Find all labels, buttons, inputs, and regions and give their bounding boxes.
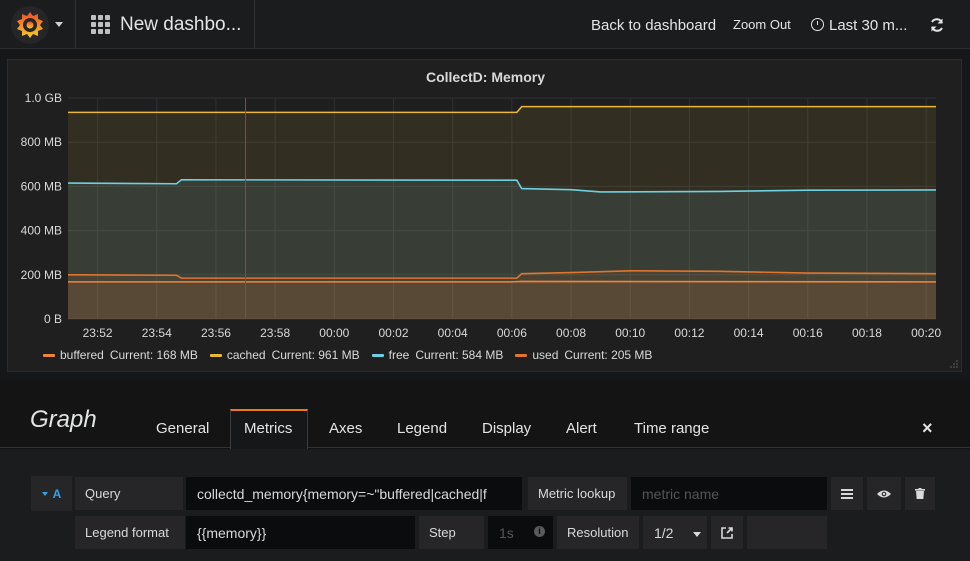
y-tick-label: 1.0 GB: [25, 91, 62, 105]
legend-item-free[interactable]: free Current: 584 MB: [371, 348, 504, 362]
editor-tab-bar: Graph General Metrics Axes Legend Displa…: [0, 380, 970, 449]
share-icon: [721, 526, 733, 539]
time-range-picker[interactable]: Last 30 m...: [829, 17, 907, 34]
x-tick-label: 23:52: [83, 326, 113, 340]
x-tick-label: 00:12: [674, 326, 704, 340]
legend-format-input[interactable]: {{memory}}: [185, 515, 416, 550]
memory-chart[interactable]: 1.0 GB 800 MB 600 MB 400 MB 200 MB 0 B 23:52 23…: [8, 60, 963, 373]
x-tick-label: 00:10: [615, 326, 645, 340]
legend-swatch[interactable]: [515, 353, 528, 357]
delete-query-button[interactable]: [904, 476, 936, 511]
tab-legend[interactable]: Legend: [397, 420, 447, 437]
y-tick-label: 600 MB: [21, 179, 62, 193]
legend-item-used[interactable]: used Current: 205 MB: [515, 348, 652, 362]
eye-icon: [877, 490, 891, 497]
info-icon[interactable]: i: [534, 526, 545, 537]
query-ref-id: A: [52, 486, 62, 501]
legend-series-name[interactable]: buffered: [60, 348, 104, 362]
chevron-down-icon[interactable]: [693, 532, 701, 537]
resize-handle-icon[interactable]: [950, 360, 958, 368]
x-tick-label: 00:02: [378, 326, 408, 340]
top-navbar: New dashbo... Back to dashboard Zoom Out…: [0, 0, 970, 49]
query-input[interactable]: collectd_memory{memory=~"buffered|cached…: [185, 476, 523, 511]
x-tick-label: 00:04: [438, 326, 468, 340]
trash-icon: [915, 488, 925, 499]
back-to-dashboard-button[interactable]: Back to dashboard: [591, 17, 716, 34]
legend-current-value: Current: 205 MB: [564, 348, 653, 362]
legend-current-value: Current: 961 MB: [271, 348, 360, 362]
tab-alert[interactable]: Alert: [566, 420, 597, 437]
x-tick-label: 00:14: [734, 326, 764, 340]
legend-swatch[interactable]: [371, 353, 384, 357]
editor-title: Graph: [30, 406, 97, 433]
tab-metrics[interactable]: Metrics: [244, 420, 292, 437]
metric-lookup-input[interactable]: metric name: [630, 476, 828, 511]
clock-icon[interactable]: [811, 18, 824, 31]
legend-swatch[interactable]: [209, 353, 222, 357]
resolution-value: 1/2: [654, 524, 674, 541]
chevron-down-icon[interactable]: [55, 22, 63, 27]
tab-general[interactable]: General: [156, 420, 209, 437]
refresh-icon[interactable]: [929, 17, 945, 33]
x-tick-label: 00:08: [556, 326, 586, 340]
query-ref-toggle[interactable]: A: [31, 476, 72, 511]
hamburger-icon: [841, 488, 853, 499]
y-tick-label: 200 MB: [21, 268, 62, 282]
toggle-visibility-button[interactable]: [866, 476, 902, 511]
tab-display[interactable]: Display: [482, 420, 531, 437]
legend-swatch[interactable]: [43, 353, 55, 357]
x-tick-label: 00:18: [852, 326, 882, 340]
query-menu-button[interactable]: [830, 476, 864, 511]
x-tick-label: 23:54: [142, 326, 172, 340]
x-tick-label: 00:20: [911, 326, 941, 340]
step-label: Step: [418, 515, 485, 550]
metric-lookup-label: Metric lookup: [527, 476, 628, 511]
resolution-select[interactable]: 1/2: [642, 515, 708, 550]
legend-series-name[interactable]: free: [389, 348, 410, 362]
x-tick-label: 23:58: [260, 326, 290, 340]
step-input[interactable]: 1s i: [487, 515, 554, 550]
legend-item-cached[interactable]: cached Current: 961 MB: [209, 348, 360, 362]
x-tick-label: 23:56: [201, 326, 231, 340]
close-icon[interactable]: ×: [922, 418, 933, 439]
zoom-out-button[interactable]: Zoom Out: [733, 17, 791, 32]
y-tick-label: 0 B: [44, 312, 62, 326]
dashboard-grid-icon: [91, 15, 110, 34]
grafana-menu[interactable]: [0, 0, 76, 49]
legend-current-value: Current: 168 MB: [109, 348, 198, 362]
y-tick-label: 400 MB: [21, 224, 62, 238]
query-inspector-button[interactable]: [710, 515, 744, 550]
query-label: Query: [74, 476, 184, 511]
tab-time-range[interactable]: Time range: [634, 420, 709, 437]
grafana-logo-icon[interactable]: [11, 6, 49, 44]
x-tick-label: 00:06: [497, 326, 527, 340]
legend-item-buffered[interactable]: buffered Current: 168 MB: [43, 348, 198, 362]
chevron-down-icon[interactable]: [41, 491, 48, 496]
dashboard-title[interactable]: New dashbo...: [120, 14, 241, 36]
resolution-label: Resolution: [556, 515, 640, 550]
tab-axes[interactable]: Axes: [329, 420, 362, 437]
y-tick-label: 800 MB: [21, 135, 62, 149]
chart-legend: buffered Current: 168 MB cached Current: 96…: [43, 348, 664, 362]
legend-current-value: Current: 584 MB: [415, 348, 504, 362]
legend-series-name[interactable]: cached: [227, 348, 266, 362]
x-tick-label: 00:00: [319, 326, 349, 340]
x-tick-label: 00:16: [793, 326, 823, 340]
dashboard-picker[interactable]: New dashbo...: [76, 0, 255, 49]
query-extra-field[interactable]: [746, 515, 828, 550]
step-placeholder: 1s: [499, 524, 514, 541]
graph-panel[interactable]: CollectD: Memory 1.0 GB 800 MB 600 MB 400 M…: [7, 59, 962, 372]
legend-series-name[interactable]: used: [532, 348, 558, 362]
